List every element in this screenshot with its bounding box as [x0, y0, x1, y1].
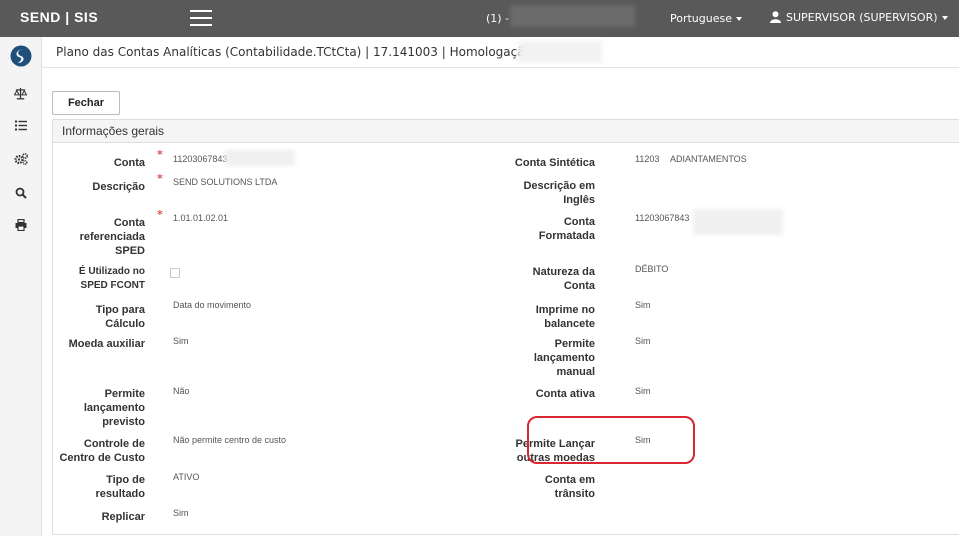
conta-sintetica-code: 11203 [635, 154, 660, 164]
caret-down-icon [941, 16, 948, 20]
required-marker: * [157, 148, 163, 161]
lanc-previsto-label: Permite lançamento previsto [83, 388, 145, 428]
page-title: Plano das Contas Analíticas (Contabilida… [56, 45, 540, 59]
sidebar-item-search[interactable] [0, 183, 41, 207]
conta-ref-sped-label: Conta referenciada SPED [79, 217, 145, 257]
sidebar [0, 37, 42, 536]
print-icon [15, 218, 26, 232]
descricao-label: Descrição [92, 181, 145, 193]
language-dropdown[interactable]: Portuguese [670, 12, 742, 25]
section-title: Informações gerais [53, 120, 959, 143]
list-icon [14, 120, 27, 131]
redacted-conta-formatada [693, 209, 783, 235]
brand-logo[interactable]: SEND | SIS [20, 9, 98, 25]
utilizado-fcont-checkbox[interactable] [170, 268, 180, 278]
title-divider [42, 67, 959, 68]
imprime-balancete-value: Sim [635, 300, 651, 310]
moeda-auxiliar-value: Sim [173, 336, 189, 346]
lanc-manual-label: Permite lançamento manual [533, 338, 595, 378]
sidebar-item-list[interactable] [0, 116, 41, 140]
highlight-annotation [527, 416, 695, 464]
sidebar-item-scale[interactable] [0, 83, 41, 107]
tipo-resultado-value: ATIVO [173, 472, 200, 482]
app-logo-icon[interactable] [10, 45, 32, 67]
utilizado-fcont-label: É Utilizado no SPED FCONT [78, 266, 145, 291]
user-dropdown[interactable]: SUPERVISOR (SUPERVISOR) [770, 11, 948, 24]
user-label: SUPERVISOR (SUPERVISOR) [786, 11, 938, 24]
tipo-calculo-label: Tipo para Cálculo [95, 304, 145, 330]
top-bar: SEND | SIS (1) - Portuguese SUPERVISOR (… [0, 0, 959, 37]
user-icon [770, 11, 781, 23]
tipo-resultado-label: Tipo de resultado [95, 474, 145, 500]
conta-transito-label: Conta em trânsito [544, 474, 595, 500]
main-content: Plano das Contas Analíticas (Contabilida… [42, 37, 959, 536]
conta-ativa-label: Conta ativa [535, 388, 595, 400]
tipo-calculo-value: Data do movimento [173, 300, 252, 310]
redacted-environment [518, 41, 602, 63]
replicar-label: Replicar [101, 511, 145, 523]
sidebar-item-print[interactable] [0, 215, 41, 239]
imprime-balancete-label: Imprime no balancete [535, 304, 595, 330]
conta-sintetica-desc: ADIANTAMENTOS [670, 154, 747, 164]
conta-value: 11203067843 [173, 154, 228, 164]
sidebar-item-settings[interactable] [0, 149, 41, 173]
conta-formatada-label: Conta Formatada [538, 216, 595, 242]
search-icon [15, 187, 27, 199]
general-info-panel: Informações gerais Conta * 11203067843 D… [52, 119, 959, 535]
conta-ref-sped-value: 1.01.01.02.01 [173, 213, 229, 223]
connection-label: (1) - [486, 12, 510, 25]
centro-custo-label: Controle de Centro de Custo [59, 438, 145, 464]
conta-sintetica-label: Conta Sintética [514, 157, 595, 169]
gears-icon [13, 152, 28, 165]
redacted-conta [225, 150, 295, 166]
redacted-connection [510, 5, 635, 27]
language-label: Portuguese [670, 12, 732, 25]
required-marker: * [157, 172, 163, 185]
lanc-previsto-value: Não [173, 386, 190, 396]
moeda-auxiliar-label: Moeda auxiliar [68, 338, 145, 350]
natureza-value: DÉBITO [635, 264, 669, 274]
lanc-manual-value: Sim [635, 336, 651, 346]
descricao-value: SEND SOLUTIONS LTDA [173, 177, 278, 187]
centro-custo-value: Não permite centro de custo [173, 435, 287, 445]
close-button[interactable]: Fechar [52, 91, 120, 115]
desc-ingles-label: Descrição em Inglês [523, 180, 595, 206]
caret-down-icon [736, 17, 742, 21]
conta-label: Conta [113, 157, 145, 169]
conta-ativa-value: Sim [635, 386, 651, 396]
required-marker: * [157, 208, 163, 221]
menu-hamburger-icon[interactable] [190, 10, 212, 27]
replicar-value: Sim [173, 508, 189, 518]
scale-icon [13, 87, 28, 100]
natureza-label: Natureza da Conta [532, 266, 595, 292]
conta-formatada-value: 11203067843 [635, 213, 690, 223]
